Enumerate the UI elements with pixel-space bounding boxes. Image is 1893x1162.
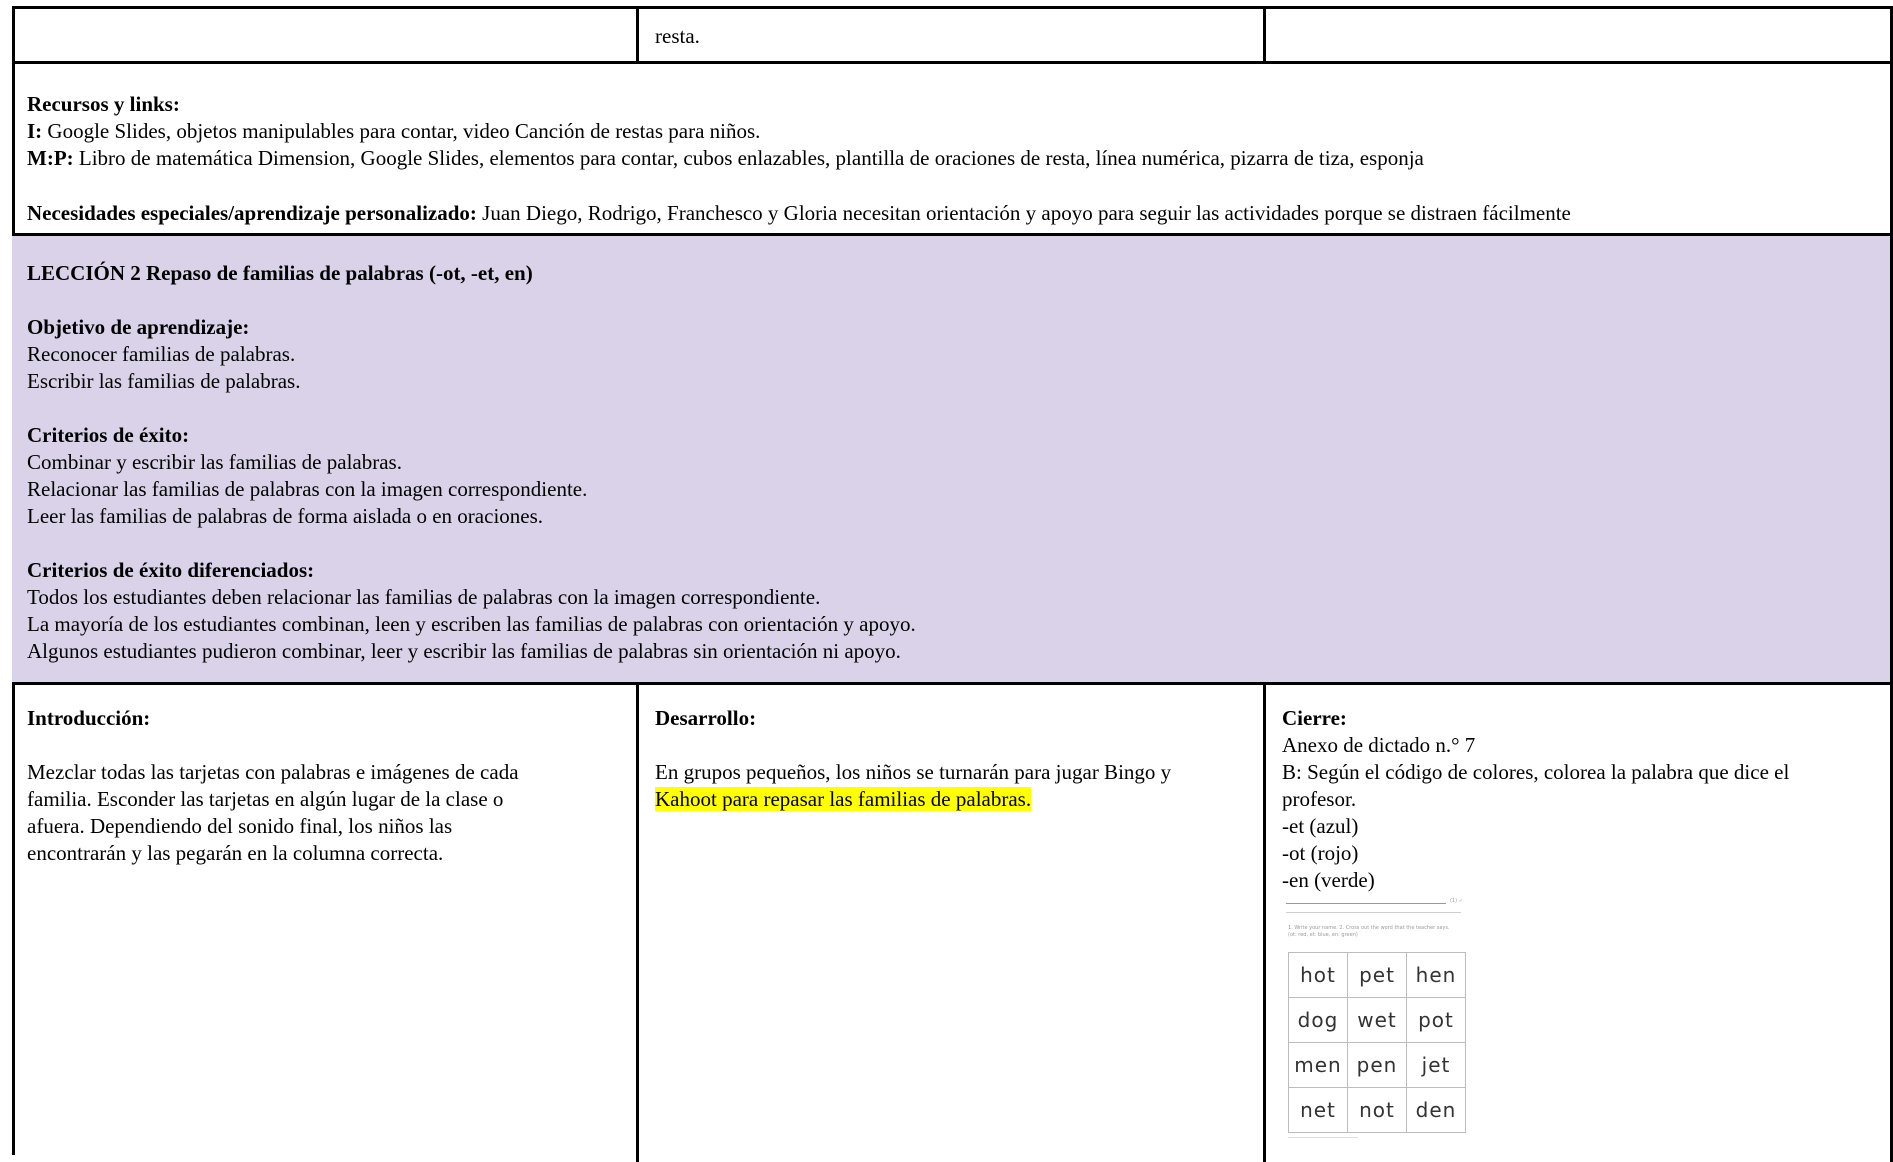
intro-line: encontrarán y las pegarán en la columna … [27, 841, 444, 865]
worksheet-instruction: (ot: red, et: blue, en: green) [1288, 932, 1358, 938]
top-row-middle-text: resta. [655, 24, 700, 48]
diff-item: Todos los estudiantes deben relacionar l… [27, 585, 821, 609]
word-cell: hot [1288, 952, 1348, 998]
diff-item: La mayoría de los estudiantes combinan, … [27, 612, 916, 636]
closing-line: -ot (rojo) [1282, 841, 1359, 865]
activities-row: Introducción: Mezclar todas las tarjetas… [12, 682, 1893, 1162]
dictation-worksheet-image: (1) ✓ 1. Write your name. 2. Cross out t… [1272, 895, 1472, 1145]
objective-item: Escribir las familias de palabras. [27, 369, 301, 393]
closing-heading: Cierre: [1282, 706, 1347, 730]
closing-line: B: Según el código de colores, colorea l… [1282, 760, 1790, 784]
word-cell: jet [1406, 1042, 1466, 1088]
success-item: Combinar y escribir las familias de pala… [27, 450, 402, 474]
word-cell: wet [1347, 997, 1407, 1043]
closing-line: -et (azul) [1282, 814, 1359, 838]
word-cell: men [1288, 1042, 1348, 1088]
lesson-title: LECCIÓN 2 Repaso de familias de palabras… [27, 261, 533, 285]
resources-mp-line: M:P: Libro de matemática Dimension, Goog… [27, 146, 1424, 170]
intro-line: familia. Esconder las tarjetas en algún … [27, 787, 504, 811]
closing-line: -en (verde) [1282, 868, 1375, 892]
objective-item: Reconocer familias de palabras. [27, 342, 296, 366]
worksheet-instruction: 1. Write your name. 2. Cross out the wor… [1288, 925, 1450, 931]
word-cell: dog [1288, 997, 1348, 1043]
word-cell: den [1406, 1087, 1466, 1133]
resources-row: Recursos y links: I: Google Slides, obje… [12, 61, 1893, 236]
lesson-plan-table: resta. Recursos y links: I: Google Slide… [12, 6, 1893, 1162]
top-row: resta. [12, 6, 1893, 64]
resources-i-line: I: Google Slides, objetos manipulables p… [27, 119, 761, 143]
special-needs-line: Necesidades especiales/aprendizaje perso… [27, 201, 1571, 225]
diff-item: Algunos estudiantes pudieron combinar, l… [27, 639, 901, 663]
word-cell: pot [1406, 997, 1466, 1043]
word-cell: not [1347, 1087, 1407, 1133]
intro-heading: Introducción: [27, 706, 151, 730]
intro-line: afuera. Dependiendo del sonido final, lo… [27, 814, 453, 838]
success-heading: Criterios de éxito: [27, 423, 190, 447]
development-line: En grupos pequeños, los niños se turnará… [655, 760, 1172, 784]
diff-heading: Criterios de éxito diferenciados: [27, 558, 315, 582]
development-cell: Desarrollo: En grupos pequeños, los niño… [655, 705, 1255, 813]
resources-heading: Recursos y links: [27, 92, 180, 116]
intro-cell: Introducción: Mezclar todas las tarjetas… [27, 705, 627, 867]
closing-cell: Cierre: Anexo de dictado n.° 7 B: Según … [1282, 705, 1882, 894]
development-heading: Desarrollo: [655, 706, 757, 730]
objective-heading: Objetivo de aprendizaje: [27, 315, 250, 339]
word-cell: pet [1347, 952, 1407, 998]
word-cell: hen [1406, 952, 1466, 998]
intro-line: Mezclar todas las tarjetas con palabras … [27, 760, 519, 784]
closing-line: Anexo de dictado n.° 7 [1282, 733, 1476, 757]
success-item: Relacionar las familias de palabras con … [27, 477, 588, 501]
closing-line: profesor. [1282, 787, 1357, 811]
success-item: Leer las familias de palabras de forma a… [27, 504, 544, 528]
word-cell: net [1288, 1087, 1348, 1133]
word-cell: pen [1347, 1042, 1407, 1088]
lesson-row: LECCIÓN 2 Repaso de familias de palabras… [12, 233, 1893, 685]
development-highlight: Kahoot para repasar las familias de pala… [655, 787, 1032, 811]
worksheet-word-grid: hot pet hen dog wet pot men pen jet net … [1288, 952, 1466, 1133]
